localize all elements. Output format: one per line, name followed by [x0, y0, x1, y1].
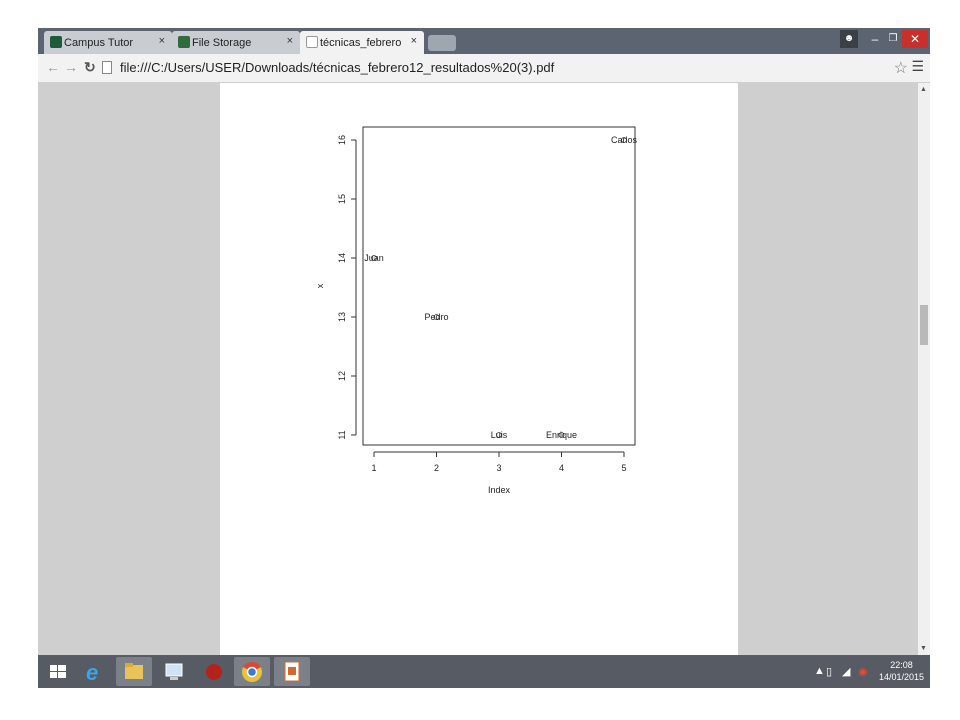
back-icon[interactable]: ←	[46, 59, 60, 75]
x-tick-label: 3	[496, 463, 501, 473]
y-tick-label: 16	[337, 135, 347, 145]
point-label: Pedro	[424, 312, 448, 322]
restore-button[interactable]: ❐	[884, 30, 902, 48]
x-tick-label: 4	[559, 463, 564, 473]
bookmark-star-icon[interactable]: ☆	[894, 58, 908, 78]
remote-desktop-icon[interactable]	[156, 657, 192, 686]
y-axis-label: x	[315, 283, 325, 288]
internet-explorer-icon[interactable]: e	[78, 657, 114, 686]
y-tick-label: 14	[337, 253, 347, 263]
scrollbar-thumb[interactable]	[920, 305, 928, 345]
page-icon	[102, 61, 112, 74]
tab-pdf-document[interactable]: técnicas_febrero12_resulta ×	[300, 31, 424, 54]
campus-tutor-favicon-icon	[50, 36, 62, 48]
file-explorer-icon[interactable]	[116, 657, 152, 686]
pdf-reader-icon[interactable]	[196, 657, 232, 686]
y-tick-label: 13	[337, 312, 347, 322]
svg-text:e: e	[86, 660, 98, 685]
clock-time: 22:08	[890, 660, 913, 670]
pdf-viewer[interactable]: 1 2 3 4 5 11 12 13 14 15 16 Juan Pedro Luis Enrique Ca…	[38, 83, 918, 655]
scatter-plot: 1 2 3 4 5111213141516 JuanPedroLuis EnriqueCa…	[315, 126, 638, 495]
taskbar-clock[interactable]: 22:08 14/01/2015	[879, 659, 924, 683]
impress-icon[interactable]	[274, 657, 310, 686]
tab-title: File Storage	[192, 36, 252, 49]
new-tab-button[interactable]	[428, 35, 456, 51]
address-bar[interactable]: file:///C:/Users/USER/Downloads/técnicas…	[120, 60, 554, 75]
document-favicon-icon	[306, 36, 318, 48]
y-tick-label: 11	[337, 430, 347, 439]
tab-title: técnicas_febrero12_resulta	[320, 36, 402, 49]
taskbar: e ▲ ▯ ◢ ◉ 22:08 14/01/2015	[38, 655, 930, 688]
chrome-menu-icon[interactable]: ☰	[911, 58, 924, 75]
tab-title: Campus Tutor	[64, 36, 134, 49]
browser-toolbar: ← → ↻ file:///C:/Users/USER/Downloads/té…	[38, 54, 930, 83]
tray-expand-icon[interactable]: ▲	[814, 665, 825, 677]
file-storage-favicon-icon	[178, 36, 190, 48]
tab-strip: Campus Tutor × File Storage × técnicas_f…	[38, 28, 930, 54]
x-tick-label: 1	[371, 463, 376, 473]
y-tick-label: 15	[337, 194, 347, 204]
tray-network-icon[interactable]: ◢	[842, 665, 850, 678]
pdf-page: 1 2 3 4 5 11 12 13 14 15 16 Juan Pedro Luis Enrique Ca…	[220, 83, 738, 655]
start-button[interactable]	[40, 657, 76, 686]
tab-campus-tutor[interactable]: Campus Tutor ×	[44, 31, 172, 54]
point-label: Juan	[364, 253, 384, 263]
plot-frame	[362, 126, 636, 446]
point-label: Enrique	[546, 430, 577, 440]
point-label: Carlos	[611, 135, 638, 145]
tab-file-storage[interactable]: File Storage ×	[172, 31, 300, 54]
tab-close-icon[interactable]: ×	[411, 35, 417, 47]
reload-icon[interactable]: ↻	[84, 59, 96, 76]
chrome-icon[interactable]	[234, 657, 270, 686]
y-tick-label: 12	[337, 371, 347, 381]
screen: Campus Tutor × File Storage × técnicas_f…	[38, 28, 930, 688]
tray-volume-icon[interactable]: ◉	[858, 665, 868, 678]
minimize-button[interactable]: –	[866, 30, 884, 48]
x-tick-label: 2	[434, 463, 439, 473]
clock-date: 14/01/2015	[878, 672, 924, 682]
point-label: Luis	[491, 430, 508, 440]
tab-close-icon[interactable]: ×	[287, 35, 293, 47]
x-axis-label: Index	[488, 485, 511, 495]
scroll-down-icon[interactable]: ▼	[920, 645, 927, 652]
x-tick-label: 5	[621, 463, 626, 473]
forward-icon[interactable]: →	[64, 59, 78, 75]
tab-close-icon[interactable]: ×	[159, 35, 165, 47]
user-profile-icon[interactable]: ☻	[840, 30, 858, 48]
tray-battery-icon[interactable]: ▯	[826, 665, 832, 678]
vertical-scrollbar[interactable]: ▲ ▼	[918, 83, 930, 655]
close-window-button[interactable]: ✕	[902, 30, 928, 48]
scroll-up-icon[interactable]: ▲	[920, 86, 927, 93]
